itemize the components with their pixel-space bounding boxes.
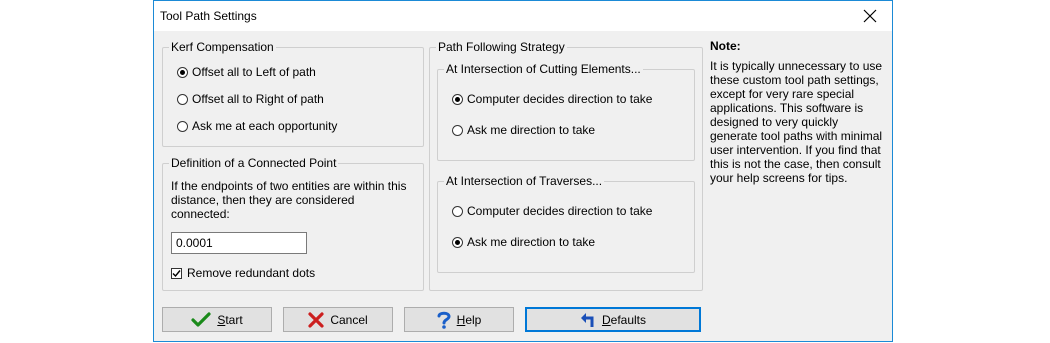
traverses-group: At Intersection of Traverses... Computer… xyxy=(437,174,695,273)
defaults-button-label: Defaults xyxy=(601,312,647,327)
window-title: Tool Path Settings xyxy=(160,9,257,23)
remove-redundant-dots-checkbox[interactable]: Remove redundant dots xyxy=(171,266,315,280)
cutting-elements-group: At Intersection of Cutting Elements... C… xyxy=(437,62,695,161)
radio-cutting-computer[interactable]: Computer decides direction to take xyxy=(452,92,652,106)
cancel-button[interactable]: Cancel xyxy=(283,307,393,332)
cutting-elements-legend: At Intersection of Cutting Elements... xyxy=(444,62,643,76)
connected-point-group: Definition of a Connected Point If the e… xyxy=(162,156,424,291)
radio-ask-each-label: Ask me at each opportunity xyxy=(192,119,338,133)
cancel-button-label: Cancel xyxy=(330,312,368,327)
kerf-compensation-legend: Kerf Compensation xyxy=(169,40,276,54)
question-icon xyxy=(437,311,451,329)
x-icon xyxy=(308,311,324,328)
undo-arrow-icon xyxy=(580,312,594,327)
path-strategy-legend: Path Following Strategy xyxy=(436,40,567,54)
connected-distance-input[interactable] xyxy=(171,232,307,254)
radio-traverse-ask[interactable]: Ask me direction to take xyxy=(452,235,595,249)
start-button[interactable]: Start xyxy=(162,307,272,332)
radio-traverse-ask-indicator[interactable] xyxy=(452,236,463,248)
radio-traverse-computer-label: Computer decides direction to take xyxy=(467,204,653,218)
kerf-compensation-group: Kerf Compensation Offset all to Left of … xyxy=(162,40,424,147)
defaults-button[interactable]: Defaults xyxy=(525,307,701,332)
radio-offset-left-label: Offset all to Left of path xyxy=(192,65,316,79)
tool-path-settings-dialog: Tool Path Settings Kerf Compensation Off… xyxy=(153,0,893,342)
radio-cutting-computer-indicator[interactable] xyxy=(452,93,463,105)
note-title: Note: xyxy=(710,39,741,53)
radio-offset-right[interactable]: Offset all to Right of path xyxy=(177,92,324,106)
radio-traverse-ask-label: Ask me direction to take xyxy=(467,235,596,249)
radio-cutting-ask-indicator[interactable] xyxy=(452,124,463,136)
radio-offset-right-label: Offset all to Right of path xyxy=(192,92,324,106)
radio-ask-each[interactable]: Ask me at each opportunity xyxy=(177,119,337,133)
start-button-label: Start xyxy=(217,312,243,327)
close-button[interactable] xyxy=(848,1,892,31)
traverses-legend: At Intersection of Traverses... xyxy=(444,174,605,188)
radio-ask-each-indicator[interactable] xyxy=(177,120,188,132)
help-button-label: Help xyxy=(456,312,482,327)
connected-point-description: If the endpoints of two entities are wit… xyxy=(171,179,407,221)
remove-redundant-dots-label: Remove redundant dots xyxy=(187,266,316,280)
close-icon xyxy=(863,9,877,23)
title-bar: Tool Path Settings xyxy=(154,1,892,31)
radio-cutting-computer-label: Computer decides direction to take xyxy=(467,92,653,106)
radio-offset-left[interactable]: Offset all to Left of path xyxy=(177,65,316,79)
help-button[interactable]: Help xyxy=(404,307,514,332)
connected-point-legend: Definition of a Connected Point xyxy=(169,156,339,170)
radio-traverse-computer-indicator[interactable] xyxy=(452,205,463,217)
radio-offset-right-indicator[interactable] xyxy=(177,93,188,105)
note-body: It is typically unnecessary to use these… xyxy=(710,59,883,185)
radio-traverse-computer[interactable]: Computer decides direction to take xyxy=(452,204,652,218)
radio-offset-left-indicator[interactable] xyxy=(177,66,188,78)
radio-cutting-ask[interactable]: Ask me direction to take xyxy=(452,123,595,137)
remove-redundant-dots-box[interactable] xyxy=(171,267,182,279)
checkmark-icon xyxy=(191,311,211,327)
checkmark-icon xyxy=(172,269,181,277)
path-strategy-group: Path Following Strategy At Intersection … xyxy=(429,40,703,291)
radio-cutting-ask-label: Ask me direction to take xyxy=(467,123,596,137)
